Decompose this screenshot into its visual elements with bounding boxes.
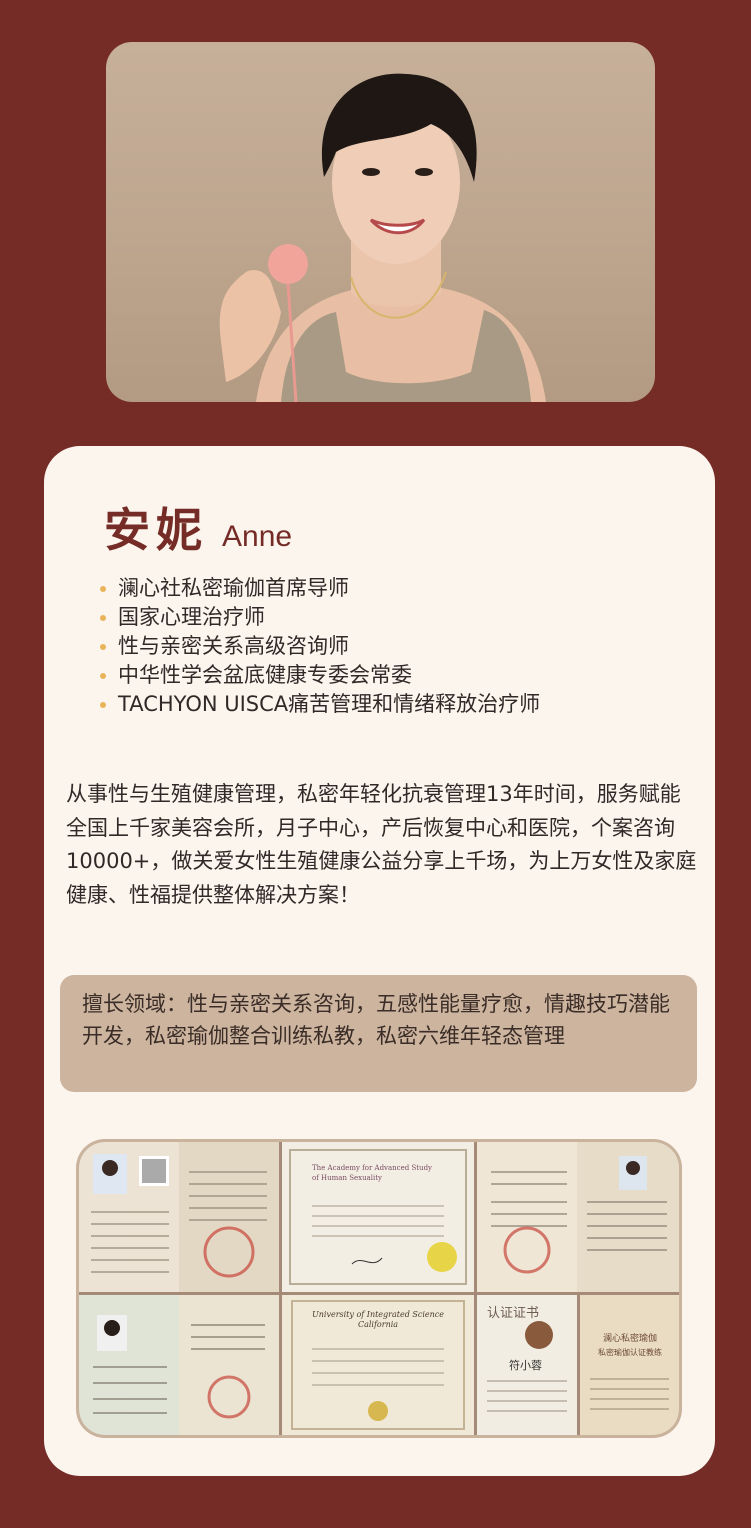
- certificate-recognition: 认证证书 符小蓉: [477, 1295, 577, 1435]
- bullet-icon: [100, 585, 106, 592]
- title-item: 性与亲密关系高级咨询师: [100, 632, 540, 661]
- bullet-icon: [100, 643, 106, 650]
- university-title: University of Integrated Science: [312, 1310, 444, 1319]
- name-english: Anne: [222, 520, 293, 553]
- title-item: 澜心社私密瑜伽首席导师: [100, 574, 540, 603]
- recognition-name: 符小蓉: [509, 1359, 542, 1372]
- certificate-course: 澜心私密瑜伽 私密瑜伽认证教练: [580, 1295, 679, 1435]
- recognition-title: 认证证书: [487, 1306, 539, 1321]
- bullet-icon: [100, 614, 106, 621]
- bullet-icon: [100, 672, 106, 679]
- name-heading: 安妮 Anne: [104, 494, 292, 560]
- certificate-id: [79, 1142, 279, 1292]
- expertise-text: 擅长领域：性与亲密关系咨询，五感性能量疗愈，情趣技巧潜能开发，私密瑜伽整合训练私…: [82, 992, 670, 1048]
- academy-title: The Academy for Advanced Study: [312, 1164, 432, 1172]
- bullet-icon: [100, 701, 106, 708]
- title-item: TACHYON UISCA痛苦管理和情绪释放治疗师: [100, 690, 540, 719]
- expertise-box: 擅长领域：性与亲密关系咨询，五感性能量疗愈，情趣技巧潜能开发，私密瑜伽整合训练私…: [60, 975, 697, 1092]
- profile-card: 安妮 Anne 澜心社私密瑜伽首席导师 国家心理治疗师 性与亲密关系高级咨询师 …: [44, 446, 715, 1476]
- intro-paragraph: 从事性与生殖健康管理，私密年轻化抗衰管理13年时间，服务赋能全国上千家美容会所，…: [66, 782, 697, 907]
- svg-text:私密瑜伽认证教练: 私密瑜伽认证教练: [598, 1347, 662, 1357]
- certificate-university: University of Integrated Science Califor…: [282, 1295, 474, 1435]
- name-chinese: 安妮: [104, 503, 208, 557]
- svg-text:California: California: [358, 1320, 398, 1329]
- svg-text:of Human Sexuality: of Human Sexuality: [312, 1174, 382, 1182]
- certificate-chinese: [477, 1142, 679, 1292]
- certificate-collage: The Academy for Advanced Study of Human …: [79, 1142, 679, 1435]
- title-item: 中华性学会盆底健康专委会常委: [100, 661, 540, 690]
- portrait-photo: [106, 42, 655, 402]
- course-title: 澜心私密瑜伽: [603, 1332, 657, 1344]
- certificate-card: [79, 1295, 279, 1435]
- title-list: 澜心社私密瑜伽首席导师 国家心理治疗师 性与亲密关系高级咨询师 中华性学会盆底健…: [100, 574, 540, 719]
- certificate-academy: The Academy for Advanced Study of Human …: [282, 1142, 474, 1292]
- title-item: 国家心理治疗师: [100, 603, 540, 632]
